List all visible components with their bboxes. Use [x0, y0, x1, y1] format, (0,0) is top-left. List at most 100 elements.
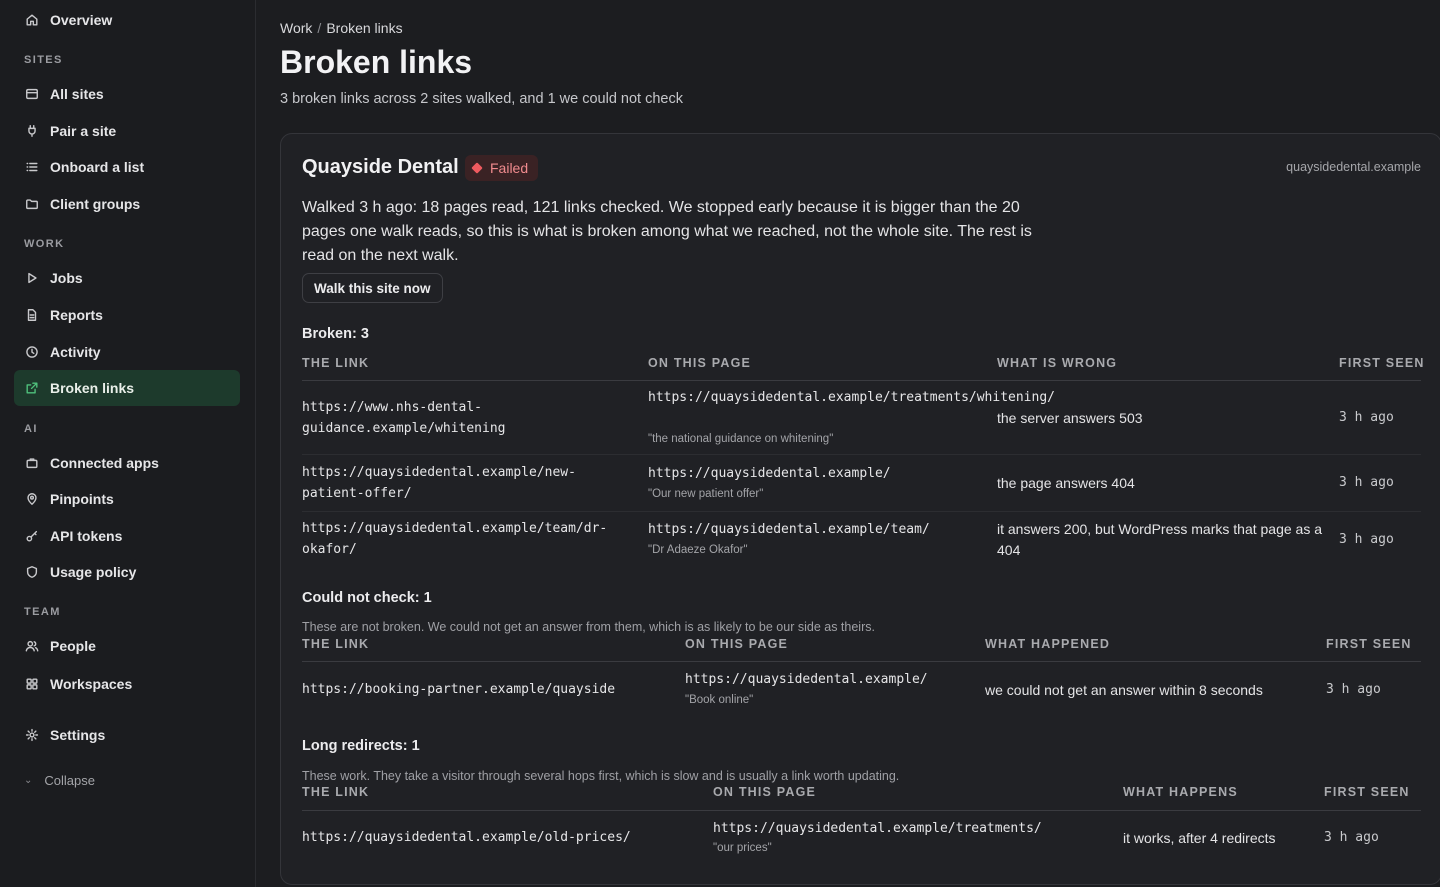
unchecked-page-url[interactable]: https://quaysidedental.example/: [685, 669, 928, 690]
sidebar-item-label: All sites: [50, 86, 104, 102]
broken-first-seen: 3 h ago: [1339, 532, 1394, 547]
breadcrumb: Work / Broken links: [280, 20, 403, 36]
broken-problem: the page answers 404: [997, 475, 1135, 491]
broken-first-seen: 3 h ago: [1339, 410, 1394, 425]
redirects-col-link: THE LINK: [302, 785, 370, 799]
unchecked-anchor-text: "Book online": [685, 694, 754, 706]
sidebar-item-overview[interactable]: Overview: [14, 2, 240, 38]
sidebar-item-jobs[interactable]: Jobs: [14, 260, 240, 296]
chevron-down-icon: ⌄: [24, 775, 33, 786]
sidebar-item-people[interactable]: People: [14, 628, 240, 664]
walk-summary: Walked 3 h ago: 18 pages read, 121 links…: [302, 199, 1032, 264]
sidebar-item-label: API tokens: [50, 528, 123, 544]
sidebar-item-pair-site[interactable]: Pair a site: [14, 113, 240, 149]
redirect-anchor-text: "our prices": [713, 842, 772, 854]
sidebar-item-onboard-list[interactable]: Onboard a list: [14, 149, 240, 185]
sidebar-item-label: Pair a site: [50, 123, 117, 139]
sidebar-item-label: Onboard a list: [50, 159, 145, 175]
broken-problem: the server answers 503: [997, 410, 1143, 426]
home-icon: [24, 12, 40, 28]
sidebar-item-activity[interactable]: Activity: [14, 334, 240, 370]
unchecked-header-rule: [302, 661, 1421, 662]
briefcase-icon: [24, 455, 40, 471]
broken-page-url[interactable]: https://quaysidedental.example/: [648, 463, 988, 484]
sidebar-item-broken-links[interactable]: Broken links: [14, 370, 240, 406]
unchecked-heading: Could not check: 1: [302, 590, 432, 606]
sidebar-item-pinpoints[interactable]: Pinpoints: [14, 481, 240, 517]
sidebar-item-label: Client groups: [50, 196, 141, 212]
sidebar-section-ai: AI: [24, 423, 38, 435]
list-icon: [24, 159, 40, 175]
sidebar-section-team: TEAM: [24, 606, 61, 618]
broken-link-url[interactable]: https://quaysidedental.example/new-patie…: [302, 462, 602, 504]
sidebar-item-label: Pinpoints: [50, 491, 114, 507]
sidebar-item-all-sites[interactable]: All sites: [14, 76, 240, 112]
redirects-note: These work. They take a visitor through …: [302, 769, 900, 783]
breadcrumb-work[interactable]: Work: [280, 20, 312, 36]
sidebar-item-reports[interactable]: Reports: [14, 297, 240, 333]
sidebar-item-usage-policy[interactable]: Usage policy: [14, 554, 240, 590]
clock-icon: [24, 344, 40, 360]
site-card: Quayside Dental Failed quaysidedental.ex…: [280, 133, 1440, 885]
redirect-link-url[interactable]: https://quaysidedental.example/old-price…: [302, 827, 631, 848]
sidebar-item-label: Usage policy: [50, 564, 137, 580]
site-domain: quaysidedental.example: [1286, 160, 1421, 174]
sidebar-item-label: Jobs: [50, 270, 83, 286]
main-content: Work / Broken links Broken links 3 broken …: [256, 0, 1440, 887]
redirects-col-seen: FIRST SEEN: [1324, 785, 1410, 799]
broken-anchor-text: "Our new patient offer": [648, 488, 764, 500]
sidebar-item-label: Activity: [50, 344, 101, 360]
sidebar-item-settings[interactable]: Settings: [14, 717, 240, 753]
sidebar-item-label: People: [50, 638, 96, 654]
broken-header-rule: [302, 380, 1421, 381]
redirects-col-problem: WHAT HAPPENS: [1123, 785, 1238, 799]
unchecked-col-seen: FIRST SEEN: [1326, 637, 1412, 651]
collapse-button[interactable]: ⌄ Collapse: [24, 773, 95, 788]
breadcrumb-separator: /: [317, 20, 322, 36]
broken-page-url[interactable]: https://quaysidedental.example/team/: [648, 519, 988, 540]
window-icon: [24, 86, 40, 102]
broken-col-seen: FIRST SEEN: [1339, 356, 1425, 370]
map-pin-icon: [24, 491, 40, 507]
unchecked-first-seen: 3 h ago: [1326, 682, 1381, 697]
redirects-heading: Long redirects: 1: [302, 738, 420, 754]
walk-site-button[interactable]: Walk this site now: [302, 273, 443, 303]
page-subtitle: 3 broken links across 2 sites walked, an…: [280, 91, 683, 107]
broken-first-seen: 3 h ago: [1339, 475, 1394, 490]
broken-col-problem: WHAT IS WRONG: [997, 356, 1118, 370]
broken-page-url[interactable]: https://quaysidedental.example/treatment…: [648, 387, 1055, 408]
status-badge: Failed: [465, 155, 539, 181]
external-link-icon: [24, 380, 40, 396]
sidebar-item-label: Reports: [50, 307, 103, 323]
play-icon: [24, 270, 40, 286]
sidebar: Overview SITES All sites Pair a site Onb…: [0, 0, 256, 887]
sidebar-item-label: Workspaces: [50, 676, 133, 692]
redirect-page-url[interactable]: https://quaysidedental.example/treatment…: [713, 818, 1042, 839]
status-badge-label: Failed: [490, 160, 529, 176]
sidebar-item-connected-apps[interactable]: Connected apps: [14, 445, 240, 481]
collapse-label: Collapse: [44, 773, 95, 788]
broken-link-url[interactable]: https://www.nhs-dental-guidance.example/…: [302, 397, 602, 439]
page-title: Broken links: [280, 44, 473, 80]
sidebar-item-label: Settings: [50, 727, 106, 743]
key-icon: [24, 528, 40, 544]
row-divider: [302, 454, 1421, 455]
broken-anchor-text: "Dr Adaeze Okafor": [648, 544, 748, 556]
unchecked-col-link: THE LINK: [302, 637, 370, 651]
row-divider: [302, 511, 1421, 512]
broken-link-url[interactable]: https://quaysidedental.example/team/dr-o…: [302, 518, 632, 560]
sidebar-item-workspaces[interactable]: Workspaces: [14, 666, 240, 702]
sidebar-item-api-tokens[interactable]: API tokens: [14, 518, 240, 554]
gear-icon: [24, 727, 40, 743]
redirect-first-seen: 3 h ago: [1324, 830, 1379, 845]
sidebar-item-client-groups[interactable]: Client groups: [14, 186, 240, 222]
site-name: Quayside Dental: [302, 156, 459, 178]
unchecked-link-url[interactable]: https://booking-partner.example/quayside: [302, 679, 615, 700]
breadcrumb-current: Broken links: [326, 20, 403, 36]
redirect-problem: it works, after 4 redirects: [1123, 830, 1276, 846]
plug-icon: [24, 123, 40, 139]
broken-col-link: THE LINK: [302, 356, 370, 370]
document-icon: [24, 307, 40, 323]
broken-heading: Broken: 3: [302, 326, 369, 342]
sidebar-item-label: Broken links: [50, 380, 135, 396]
